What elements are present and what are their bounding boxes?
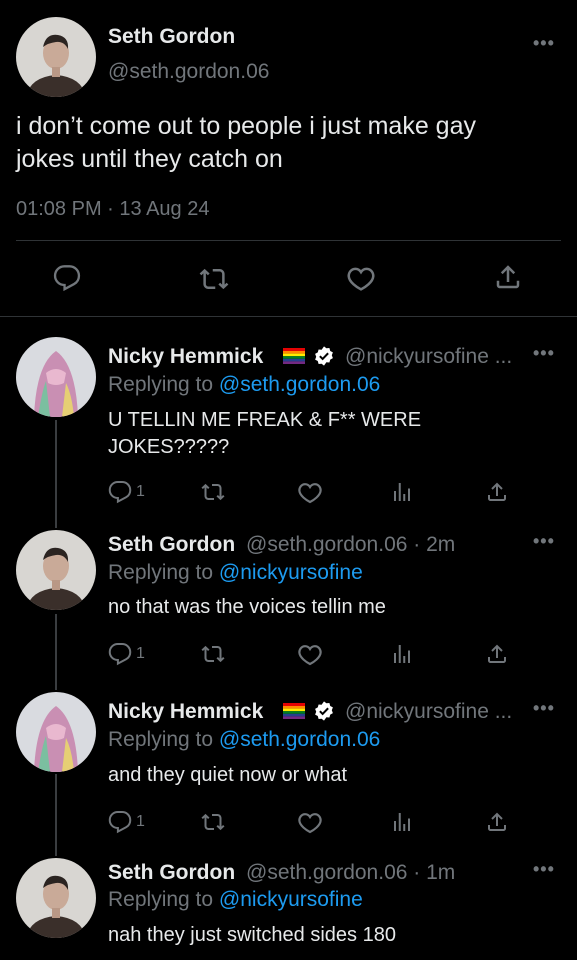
share-icon — [493, 262, 523, 292]
more-icon[interactable]: ••• — [533, 343, 555, 364]
retweet-button[interactable] — [201, 810, 225, 834]
like-button[interactable] — [297, 810, 323, 836]
pride-flag-icon — [283, 348, 305, 364]
views-icon — [390, 810, 414, 834]
more-icon[interactable]: ••• — [533, 531, 555, 552]
views-button[interactable] — [390, 642, 414, 666]
reply-button[interactable] — [53, 264, 81, 292]
author-name[interactable]: Seth Gordon — [108, 861, 235, 885]
author-name[interactable]: Nicky Hemmick — [108, 700, 263, 724]
replying-label: Replying to — [108, 373, 214, 396]
author-handle[interactable]: @nickyursofine ... — [345, 345, 512, 369]
reply-text-line-1: U TELLIN ME FREAK & F** WERE — [108, 409, 422, 431]
mention-link[interactable]: @seth.gordon.06 — [219, 728, 380, 751]
retweet-icon — [201, 480, 225, 504]
replying-to: Replying to @nickyursofine — [108, 561, 363, 585]
reply-count: 1 — [136, 483, 145, 500]
reply-text-line-2: JOKES????? — [108, 436, 230, 458]
views-icon — [390, 480, 414, 504]
tweet-timestamp[interactable]: 01:08 PM · 13 Aug 24 — [16, 198, 209, 221]
replying-label: Replying to — [108, 561, 214, 584]
replying-label: Replying to — [108, 888, 214, 911]
mention-link[interactable]: @nickyursofine — [219, 561, 363, 584]
author-handle[interactable]: @seth.gordon.06 · 2m — [246, 533, 455, 557]
more-icon[interactable]: ••• — [533, 859, 555, 880]
verified-icon — [315, 346, 333, 366]
share-button[interactable] — [485, 480, 509, 504]
author-name[interactable]: Seth Gordon — [108, 533, 235, 557]
share-button[interactable] — [485, 642, 509, 666]
reply-count: 1 — [136, 813, 145, 830]
views-icon — [390, 642, 414, 666]
like-button[interactable] — [297, 480, 323, 506]
like-icon — [297, 810, 323, 836]
verified-icon — [315, 701, 333, 721]
author-name[interactable]: Nicky Hemmick — [108, 345, 263, 369]
reply-text-line-1: and they quiet now or what — [108, 764, 348, 786]
replying-to: Replying to @seth.gordon.06 — [108, 728, 380, 752]
author-name[interactable]: Seth Gordon — [108, 25, 235, 49]
pride-flag-icon — [283, 703, 305, 719]
retweet-icon — [199, 264, 229, 294]
retweet-button[interactable] — [201, 642, 225, 666]
reply-button[interactable]: 1 — [108, 642, 145, 666]
author-handle[interactable]: @seth.gordon.06 — [108, 60, 269, 84]
more-icon[interactable]: ••• — [533, 33, 555, 54]
retweet-button[interactable] — [201, 480, 225, 504]
author-handle[interactable]: @seth.gordon.06 · 1m — [246, 861, 455, 885]
reply-button[interactable]: 1 — [108, 810, 145, 834]
retweet-button[interactable] — [199, 264, 229, 294]
avatar[interactable] — [16, 530, 96, 610]
reply-text-line-1: no that was the voices tellin me — [108, 596, 386, 618]
replying-to: Replying to @seth.gordon.06 — [108, 373, 380, 397]
replying-to: Replying to @nickyursofine — [108, 888, 363, 912]
more-icon[interactable]: ••• — [533, 698, 555, 719]
thread-line — [55, 774, 57, 856]
reply-button[interactable]: 1 — [108, 480, 145, 504]
replying-label: Replying to — [108, 728, 214, 751]
avatar[interactable] — [16, 858, 96, 938]
thread-line — [55, 614, 57, 690]
mention-link[interactable]: @nickyursofine — [219, 888, 363, 911]
retweet-icon — [201, 810, 225, 834]
reply-icon — [108, 642, 132, 666]
author-handle[interactable]: @nickyursofine ... — [345, 700, 512, 724]
views-button[interactable] — [390, 810, 414, 834]
reply-count: 1 — [136, 645, 145, 662]
share-icon — [485, 480, 509, 504]
mention-link[interactable]: @seth.gordon.06 — [219, 373, 380, 396]
share-button[interactable] — [485, 810, 509, 834]
reply-icon — [53, 264, 81, 292]
avatar[interactable] — [16, 17, 96, 97]
share-button[interactable] — [493, 262, 523, 292]
reply-text-line-1: nah they just switched sides 180 — [108, 924, 396, 946]
share-icon — [485, 642, 509, 666]
reply-icon — [108, 480, 132, 504]
avatar[interactable] — [16, 337, 96, 417]
tweet-text-line-2: jokes until they catch on — [16, 145, 283, 173]
divider — [16, 240, 561, 241]
share-icon — [485, 810, 509, 834]
like-icon — [297, 642, 323, 668]
avatar[interactable] — [16, 692, 96, 772]
like-icon — [297, 480, 323, 506]
divider — [0, 316, 577, 317]
thread-line — [55, 420, 57, 528]
tweet-text-line-1: i don’t come out to people i just make g… — [16, 112, 476, 140]
retweet-icon — [201, 642, 225, 666]
views-button[interactable] — [390, 480, 414, 504]
reply-icon — [108, 810, 132, 834]
like-button[interactable] — [346, 264, 376, 294]
like-icon — [346, 264, 376, 294]
like-button[interactable] — [297, 642, 323, 668]
